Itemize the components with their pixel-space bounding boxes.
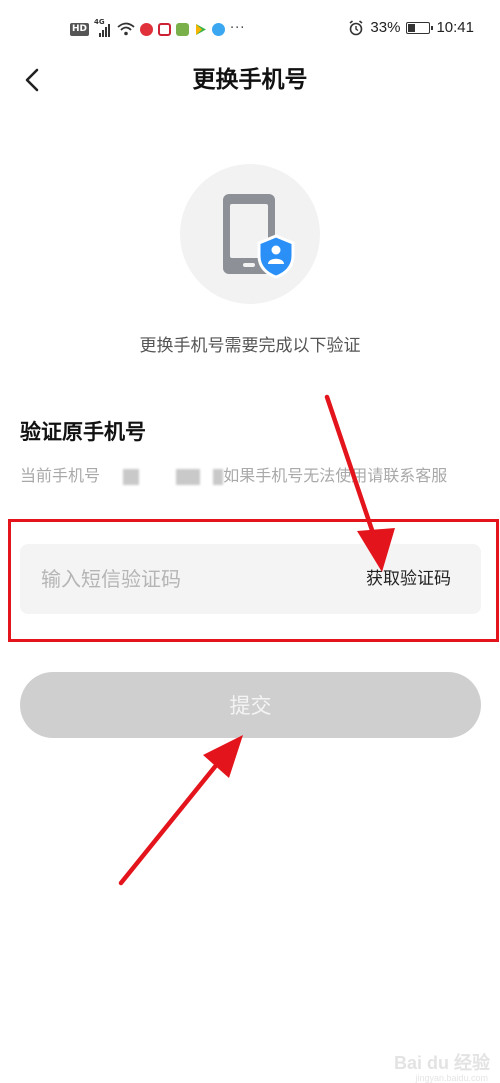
- annotation-highlight-box: [8, 519, 499, 642]
- status-right: 33% 10:41: [348, 19, 474, 36]
- note-prefix: 当前手机号: [20, 466, 101, 485]
- app-notification-icon: [158, 22, 172, 36]
- baidu-jingyan-watermark: Bai du 经验: [393, 1053, 490, 1073]
- play-store-icon: [196, 23, 207, 35]
- status-left-icons: HD 4G ···: [70, 18, 245, 40]
- more-notifications-icon: ···: [230, 21, 246, 36]
- battery-icon: [406, 21, 434, 34]
- alarm-icon: [349, 19, 363, 35]
- phone-with-user-shield-icon: [223, 194, 295, 279]
- section-title: 验证原手机号: [20, 420, 146, 444]
- wifi-icon: [117, 22, 135, 36]
- battery-level: [408, 23, 415, 32]
- masked-phone-number: [213, 468, 224, 485]
- app-notification-icon: [212, 22, 226, 36]
- verification-subtitle: 更换手机号需要完成以下验证: [139, 336, 361, 356]
- hd-badge: HD: [70, 22, 90, 36]
- app-notification-icon: [140, 22, 154, 36]
- cellular-signal-icon: 4G: [94, 18, 112, 38]
- status-bar: HD 4G ··· 33% 10:41: [0, 0, 500, 58]
- app-notification-icon: [176, 22, 190, 36]
- clock: 10:41: [436, 19, 474, 36]
- current-phone-note: 当前手机号 如果手机号无法使用请联系客服: [20, 462, 500, 490]
- page-title: 更换手机号: [192, 67, 308, 93]
- watermark-url: jingyan.baidu.com: [415, 1073, 488, 1083]
- phone-shield-illustration: [180, 164, 320, 304]
- note-suffix: 如果手机号无法使用请联系客服: [223, 466, 448, 485]
- annotation-arrow-up: [118, 735, 243, 886]
- masked-phone-number: [176, 468, 201, 485]
- masked-phone-number: [123, 468, 140, 485]
- battery-percent: 33%: [370, 19, 401, 36]
- submit-button[interactable]: 提交: [20, 672, 481, 738]
